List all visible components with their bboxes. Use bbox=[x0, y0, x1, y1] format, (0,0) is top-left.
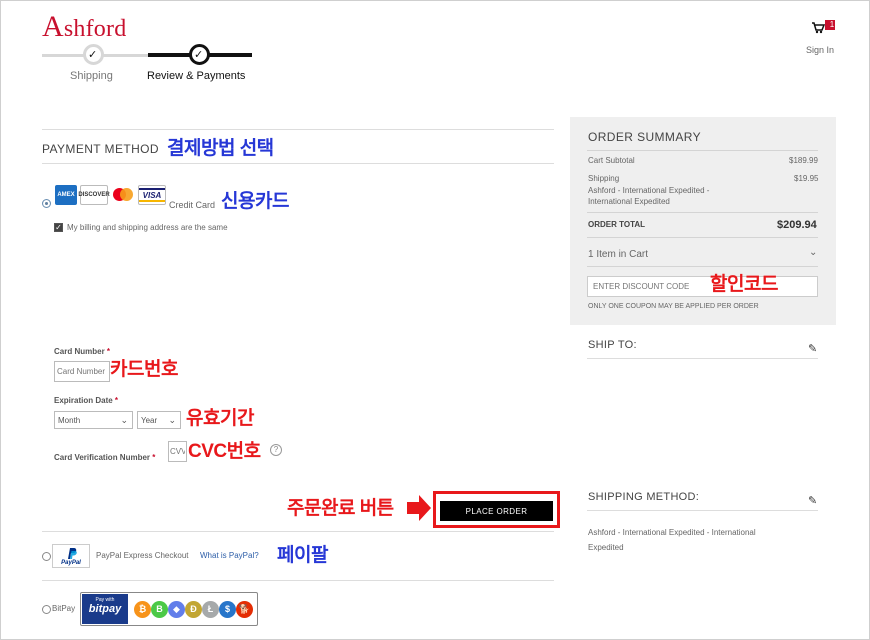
bitcoin-icon: ₿ bbox=[134, 601, 151, 618]
ethereum-icon: ◆ bbox=[168, 601, 185, 618]
chevron-down-icon[interactable]: ⌄ bbox=[809, 247, 817, 258]
expiration-year-select[interactable]: Year ⌄ bbox=[137, 411, 181, 429]
shipping-value: $19.95 bbox=[794, 174, 819, 183]
bitpay-radio[interactable] bbox=[42, 605, 51, 614]
litecoin-icon: Ł bbox=[202, 601, 219, 618]
divider bbox=[42, 129, 554, 130]
visa-logo: VISA bbox=[138, 185, 166, 205]
step-review-marker: ✓ bbox=[189, 44, 210, 65]
cvv-label: Card Verification Number * bbox=[54, 453, 156, 462]
credit-card-radio[interactable] bbox=[42, 199, 51, 208]
ashford-logo[interactable]: Ashford bbox=[42, 10, 126, 44]
annotation-expiration: 유효기간 bbox=[186, 408, 254, 429]
paypal-logo-text: PayPal bbox=[61, 560, 81, 566]
cart-count-badge: 1 bbox=[829, 20, 835, 29]
order-total-label: ORDER TOTAL bbox=[588, 220, 646, 229]
order-total-value: $209.94 bbox=[777, 219, 817, 231]
step-review-label: Review & Payments bbox=[147, 70, 246, 82]
mastercard-logo bbox=[111, 185, 135, 205]
items-in-cart-toggle[interactable]: 1 Item in Cart bbox=[588, 249, 648, 260]
bitpay-logo: Pay with bitpay ₿ B ◆ Ð Ł $ 🐕 bbox=[80, 592, 258, 626]
bitpay-label[interactable]: BitPay bbox=[52, 604, 75, 613]
divider bbox=[42, 163, 554, 164]
divider bbox=[42, 580, 554, 581]
ship-to-title: SHIP TO: bbox=[588, 339, 637, 351]
annotation-place-order: 주문완료 버튼 bbox=[287, 498, 394, 519]
edit-ship-to-pencil-icon[interactable]: ✎ bbox=[808, 342, 817, 355]
discount-code-input[interactable] bbox=[587, 276, 818, 297]
cart-button[interactable]: 1 bbox=[811, 20, 837, 34]
what-is-paypal-link[interactable]: What is PayPal? bbox=[200, 551, 259, 560]
step-shipping-marker[interactable]: ✓ bbox=[83, 44, 104, 65]
expiration-month-select[interactable]: Month ⌄ bbox=[54, 411, 133, 429]
discover-logo: DISCOVER bbox=[78, 185, 110, 205]
shipping-method-value: Ashford - International Expedited - Inte… bbox=[588, 528, 756, 552]
annotation-payment-method: 결제방법 선택 bbox=[167, 138, 274, 159]
paypal-icon bbox=[68, 548, 77, 559]
annotation-credit-card: 신용카드 bbox=[221, 191, 289, 212]
shiba-icon: 🐕 bbox=[236, 601, 253, 618]
divider bbox=[587, 212, 818, 213]
card-number-input[interactable] bbox=[54, 361, 110, 382]
paypal-label[interactable]: PayPal Express Checkout bbox=[96, 551, 189, 560]
shipping-method-summary: Ashford - International Expedited - Inte… bbox=[588, 186, 710, 206]
divider bbox=[587, 150, 818, 151]
bitpay-brand: Pay with bitpay bbox=[82, 594, 128, 624]
credit-card-label[interactable]: Credit Card bbox=[169, 200, 215, 210]
expiration-date-label: Expiration Date * bbox=[54, 396, 119, 405]
step-shipping-label[interactable]: Shipping bbox=[70, 70, 113, 82]
divider bbox=[587, 510, 818, 511]
dogecoin-icon: Ð bbox=[185, 601, 202, 618]
divider bbox=[587, 266, 818, 267]
place-order-button[interactable]: PLACE ORDER bbox=[440, 501, 553, 521]
divider bbox=[587, 237, 818, 238]
annotation-cvv: CVC번호 bbox=[188, 441, 261, 462]
chevron-down-icon: ⌄ bbox=[120, 415, 128, 425]
shipping-method-title: SHIPPING METHOD: bbox=[588, 491, 700, 503]
billing-same-label[interactable]: My billing and shipping address are the … bbox=[67, 223, 228, 232]
annotation-discount: 할인코드 bbox=[710, 274, 778, 295]
cvv-input[interactable] bbox=[168, 441, 187, 462]
order-summary-title: ORDER SUMMARY bbox=[588, 130, 701, 144]
divider bbox=[42, 531, 554, 532]
cart-subtotal-value: $189.99 bbox=[789, 156, 818, 165]
shipping-label: Shipping bbox=[588, 174, 620, 183]
paypal-radio[interactable] bbox=[42, 552, 51, 561]
chevron-down-icon: ⌄ bbox=[168, 415, 176, 425]
amex-logo: AMEX bbox=[55, 185, 77, 205]
help-icon[interactable]: ? bbox=[270, 444, 282, 456]
annotation-paypal: 페이팔 bbox=[277, 545, 328, 566]
annotation-card-number: 카드번호 bbox=[110, 359, 178, 380]
billing-same-checkbox[interactable]: ✓ bbox=[54, 223, 63, 232]
arrow-right-icon bbox=[407, 495, 431, 521]
cart-subtotal-label: Cart Subtotal bbox=[588, 156, 635, 165]
check-icon: ✓ bbox=[88, 49, 98, 61]
check-icon: ✓ bbox=[194, 49, 204, 61]
coupon-note: ONLY ONE COUPON MAY BE APPLIED PER ORDER bbox=[588, 303, 759, 310]
divider bbox=[587, 358, 818, 359]
paypal-logo: PayPal bbox=[52, 544, 90, 568]
sign-in-link[interactable]: Sign In bbox=[806, 45, 834, 55]
edit-shipping-method-pencil-icon[interactable]: ✎ bbox=[808, 494, 817, 507]
bitcoin-cash-icon: B bbox=[151, 601, 168, 618]
payment-method-title: PAYMENT METHOD bbox=[42, 142, 159, 156]
card-number-label: Card Number * bbox=[54, 347, 111, 356]
usdc-icon: $ bbox=[219, 601, 236, 618]
